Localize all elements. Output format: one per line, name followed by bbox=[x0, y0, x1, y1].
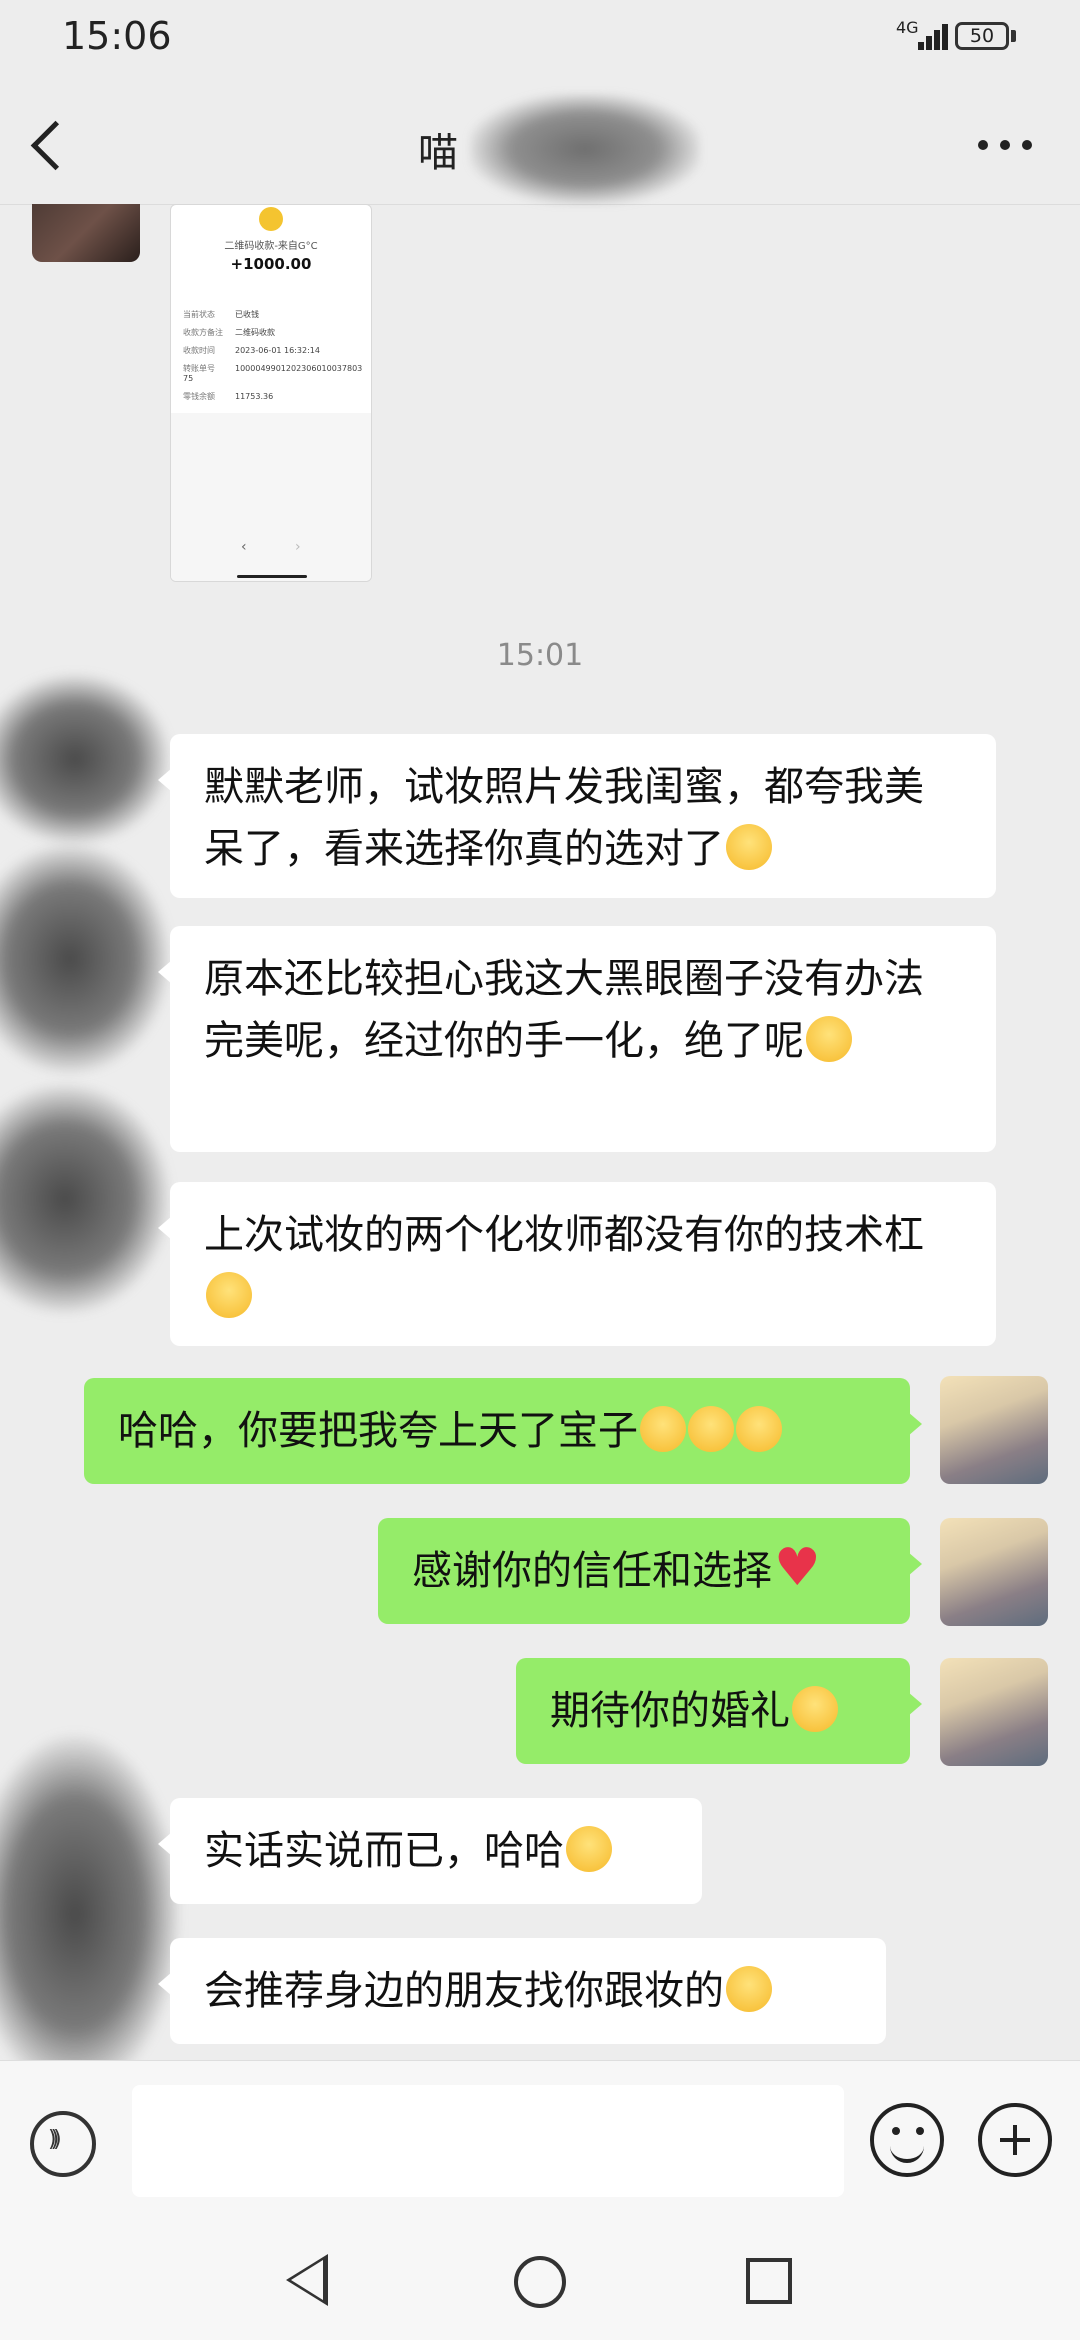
redacted-name-blur bbox=[470, 94, 700, 204]
receipt-row: 当前状态 已收钱 bbox=[183, 310, 259, 319]
redacted-avatar-blur bbox=[0, 1084, 170, 1314]
signal-icon bbox=[918, 20, 956, 50]
network-type-label: 4G bbox=[896, 18, 919, 37]
message-text: 期待你的婚礼 bbox=[550, 1688, 790, 1734]
shy-emoji-icon bbox=[688, 1406, 734, 1452]
receipt-row: 收款时间 2023-06-01 16:32:14 bbox=[183, 346, 320, 355]
thinking-emoji-icon bbox=[806, 1016, 852, 1062]
contact-avatar[interactable] bbox=[32, 204, 140, 262]
my-avatar[interactable] bbox=[940, 1518, 1048, 1626]
receipt-amount: +1000.00 bbox=[230, 255, 312, 273]
message-text: 哈哈，你要把我夸上天了宝子 bbox=[118, 1408, 638, 1454]
payment-icon bbox=[259, 207, 283, 231]
message-input[interactable] bbox=[132, 2085, 844, 2197]
status-time: 15:06 bbox=[62, 14, 172, 58]
message-timestamp: 15:01 bbox=[496, 638, 584, 673]
my-avatar[interactable] bbox=[940, 1658, 1048, 1766]
message-text: 感谢你的信任和选择 bbox=[412, 1548, 772, 1594]
nav-recents-icon[interactable] bbox=[746, 2258, 792, 2304]
voice-input-icon[interactable] bbox=[30, 2111, 96, 2177]
chevron-right-icon: › bbox=[295, 539, 301, 555]
back-icon[interactable] bbox=[30, 120, 81, 171]
receipt-footer bbox=[171, 413, 371, 581]
receipt-subtitle: 二维码收款-来自G°C bbox=[224, 241, 318, 252]
plus-icon[interactable] bbox=[978, 2103, 1052, 2177]
shy-emoji-icon bbox=[736, 1406, 782, 1452]
message-text: 实话实说而已，哈哈 bbox=[204, 1828, 564, 1874]
shy-emoji-icon bbox=[640, 1406, 686, 1452]
incoming-message-bubble[interactable]: 会推荐身边的朋友找你跟妆的 bbox=[158, 1938, 886, 2044]
battery-icon: 50 bbox=[955, 22, 1009, 50]
message-text: 会推荐身边的朋友找你跟妆的 bbox=[204, 1968, 724, 2014]
my-avatar[interactable] bbox=[940, 1376, 1048, 1484]
chat-message-list[interactable]: 二维码收款-来自G°C +1000.00 当前状态 已收钱 收款方备注 二维码收款 … bbox=[0, 204, 1080, 2060]
outgoing-message-bubble[interactable]: 哈哈，你要把我夸上天了宝子 bbox=[84, 1378, 922, 1484]
status-bar: 15:06 4G 50 bbox=[0, 0, 1080, 80]
smile-emoji-icon bbox=[792, 1686, 838, 1732]
receipt-row: 转账单号 1000049901202306010037803 75 bbox=[183, 364, 363, 383]
home-indicator bbox=[237, 575, 307, 578]
heart-emoji-icon bbox=[774, 1538, 821, 1598]
incoming-message-bubble[interactable]: 上次试妆的两个化妆师都没有你的技术杠 bbox=[158, 1182, 996, 1346]
message-input-bar bbox=[0, 2060, 1080, 2221]
doge-emoji-icon bbox=[566, 1826, 612, 1872]
receipt-image-message[interactable]: 二维码收款-来自G°C +1000.00 当前状态 已收钱 收款方备注 二维码收款 … bbox=[170, 204, 372, 582]
battery-tip bbox=[1011, 30, 1016, 42]
outgoing-message-bubble[interactable]: 期待你的婚礼 bbox=[516, 1658, 922, 1764]
666-emoji-icon bbox=[206, 1272, 252, 1318]
more-options-icon[interactable] bbox=[978, 140, 1034, 152]
redacted-avatar-blur bbox=[0, 1734, 180, 2060]
outgoing-message-bubble[interactable]: 感谢你的信任和选择 bbox=[378, 1518, 922, 1624]
incoming-message-bubble[interactable]: 实话实说而已，哈哈 bbox=[158, 1798, 702, 1904]
message-text: 默默老师，试妆照片发我闺蜜，都夸我美呆了，看来选择你真的选对了 bbox=[204, 764, 924, 872]
incoming-message-bubble[interactable]: 默默老师，试妆照片发我闺蜜，都夸我美呆了，看来选择你真的选对了 bbox=[158, 734, 996, 898]
redacted-avatar-blur bbox=[0, 844, 170, 1074]
nav-back-icon[interactable] bbox=[286, 2254, 328, 2306]
receipt-row: 收款方备注 二维码收款 bbox=[183, 328, 275, 337]
receipt-row: 零钱余额 11753.36 bbox=[183, 392, 274, 401]
redacted-avatar-blur bbox=[0, 674, 170, 844]
emoji-icon[interactable] bbox=[870, 2103, 944, 2177]
nav-home-icon[interactable] bbox=[514, 2256, 566, 2308]
message-text: 上次试妆的两个化妆师都没有你的技术杠 bbox=[204, 1212, 924, 1258]
wink-emoji-icon bbox=[726, 1966, 772, 2012]
chat-title: 喵 bbox=[418, 130, 458, 176]
chat-header: 喵 bbox=[0, 80, 1080, 205]
system-nav-bar bbox=[0, 2220, 1080, 2340]
heart-eyes-emoji-icon bbox=[726, 824, 772, 870]
incoming-message-bubble[interactable]: 原本还比较担心我这大黑眼圈子没有办法完美呢，经过你的手一化，绝了呢 bbox=[158, 926, 996, 1152]
chevron-left-icon: ‹ bbox=[241, 539, 247, 555]
